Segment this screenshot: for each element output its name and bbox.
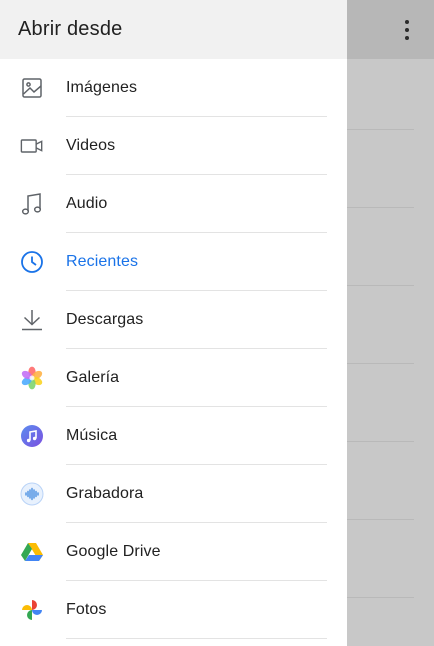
root-item-label: Grabadora xyxy=(66,485,144,502)
background-divider xyxy=(347,441,414,442)
root-item-label: Galería xyxy=(66,369,120,386)
root-item-musica[interactable]: Música xyxy=(0,407,347,465)
root-item-label: Recientes xyxy=(66,253,139,270)
root-item-google-drive[interactable]: Google Drive xyxy=(0,523,347,581)
background-divider xyxy=(347,597,414,598)
root-item-recientes[interactable]: Recientes xyxy=(0,233,347,291)
root-item-label: Descargas xyxy=(66,311,144,328)
google-photos-icon xyxy=(20,598,44,622)
background-divider xyxy=(347,519,414,520)
download-icon xyxy=(20,308,44,332)
root-item-fotos[interactable]: Fotos xyxy=(0,581,347,639)
clock-icon xyxy=(20,250,44,274)
music-note-icon xyxy=(20,192,44,216)
root-item-label: Imágenes xyxy=(66,79,138,96)
music-app-icon xyxy=(20,424,44,448)
root-item-galeria[interactable]: Galería xyxy=(0,349,347,407)
image-icon xyxy=(20,76,44,100)
more-vert-icon[interactable] xyxy=(392,14,422,46)
root-item-label: Google Drive xyxy=(66,543,161,560)
drawer-title: Abrir desde xyxy=(18,18,123,40)
background-divider xyxy=(347,129,414,130)
root-item-label: Música xyxy=(66,427,118,444)
background-divider xyxy=(347,285,414,286)
voice-recorder-icon xyxy=(20,482,44,506)
root-item-grabadora[interactable]: Grabadora xyxy=(0,465,347,523)
root-item-imagenes[interactable]: Imágenes xyxy=(0,59,347,117)
google-drive-icon xyxy=(20,540,44,564)
background-divider xyxy=(347,207,414,208)
list-divider xyxy=(66,638,327,639)
root-item-descargas[interactable]: Descargas xyxy=(0,291,347,349)
open-from-drawer: Abrir desde Imágenes Videos Audio Recien… xyxy=(0,0,347,646)
root-item-label: Fotos xyxy=(66,601,107,618)
root-item-label: Audio xyxy=(66,195,108,212)
drawer-header: Abrir desde xyxy=(0,0,347,59)
background-divider xyxy=(347,363,414,364)
roots-list: Imágenes Videos Audio Recientes Descarga… xyxy=(0,59,347,639)
root-item-audio[interactable]: Audio xyxy=(0,175,347,233)
root-item-label: Videos xyxy=(66,137,116,154)
root-item-videos[interactable]: Videos xyxy=(0,117,347,175)
gallery-flower-icon xyxy=(20,366,44,390)
video-icon xyxy=(20,134,44,158)
